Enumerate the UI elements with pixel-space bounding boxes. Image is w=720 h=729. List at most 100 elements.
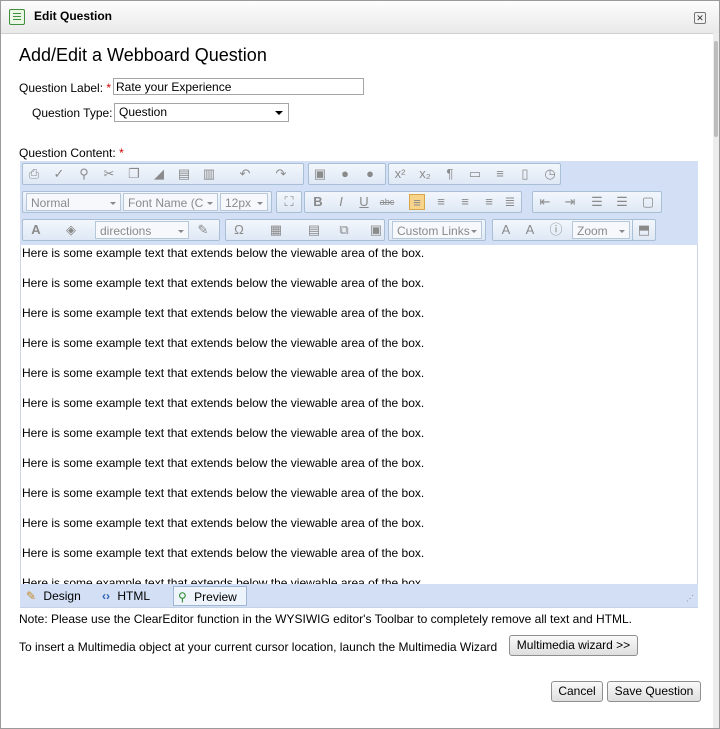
directions-dropdown[interactable]: directions [95,221,189,239]
dialog-titlebar: Edit Question ✕ [1,1,719,34]
font-size-dropdown[interactable]: 12px [220,193,268,211]
numbered-list-icon[interactable]: ☰ [589,194,605,210]
table-icon[interactable]: ▦ [268,222,284,238]
undo-icon[interactable]: ↶ [237,166,253,182]
image-icon[interactable]: ▣ [312,166,328,182]
content-line: Here is some example text that extends b… [22,306,425,320]
paragraph-icon[interactable]: ¶ [442,166,458,182]
image-map-icon[interactable]: ▣ [368,222,384,238]
form-element-icon[interactable]: ▯ [517,166,533,182]
content-line: Here is some example text that extends b… [22,576,425,584]
superscript-icon[interactable]: x² [392,166,408,182]
content-line: Here is some example text that extends b… [22,546,425,560]
font-color-icon[interactable]: A [28,222,44,238]
find-icon[interactable]: ⚲ [76,166,92,182]
cut-icon[interactable]: ✂ [101,166,117,182]
question-type-label: Question Type: [32,106,113,120]
underline-icon[interactable]: U [356,194,372,210]
redo-icon[interactable]: ↷ [273,166,289,182]
align-left-icon[interactable]: ≡ [409,194,425,210]
toolbar-group-symbols: Ω ▦ ▤ ⧉ ▣ [225,219,385,241]
italic-icon[interactable]: I [333,194,349,210]
font-name-dropdown[interactable]: Font Name (C [123,193,218,211]
content-line: Here is some example text that extends b… [22,336,425,350]
paste-icon[interactable]: ▤ [176,166,192,182]
toolbar-group-text-style: B I U abc ≡ ≡ ≡ ≡ ≣ [304,191,522,213]
toolbar-group-lists: ⇤ ⇥ ☰ ☰ ▢ [532,191,662,213]
dialog-scrollbar[interactable] [713,33,719,728]
content-line: Here is some example text that extends b… [22,276,425,290]
symbol-icon[interactable]: Ω [231,222,247,238]
highlight-icon[interactable]: ◈ [63,222,79,238]
tab-preview[interactable]: ⚲ Preview [173,586,247,606]
toolbar-group-insert: ▣ ● ● [308,163,386,185]
toolbar-group-select-all: ⛶ [276,191,302,213]
bulleted-list-icon[interactable]: ☰ [614,194,630,210]
multimedia-instructions: To insert a Multimedia object at your cu… [19,640,498,654]
cancel-button[interactable]: Cancel [551,681,603,702]
subscript-icon[interactable]: x₂ [417,166,433,182]
question-label-input[interactable]: Rate your Experience [113,78,364,95]
link-icon[interactable]: ● [337,166,353,182]
resize-grip-icon[interactable]: ⋰ [686,595,694,603]
format-dropdown[interactable]: Normal [26,193,121,211]
unlink-icon[interactable]: ● [362,166,378,182]
help-icon[interactable]: ⓘ [548,222,564,238]
align-center-icon[interactable]: ≡ [433,194,449,210]
form-icon[interactable]: ▤ [306,222,322,238]
multimedia-wizard-button[interactable]: Multimedia wizard >> [509,635,638,656]
content-line: Here is some example text that extends b… [22,396,425,410]
required-marker: * [106,81,112,95]
copy-icon[interactable]: ❐ [126,166,142,182]
bold-icon[interactable]: B [310,194,326,210]
indent-icon[interactable]: ⇥ [562,194,578,210]
clock-icon[interactable]: ◷ [542,166,558,182]
save-question-button[interactable]: Save Question [607,681,701,702]
align-right-icon[interactable]: ≡ [457,194,473,210]
tab-design[interactable]: ✎ Design [26,586,81,606]
strikethrough-icon[interactable]: abc [379,194,395,210]
print-icon[interactable]: ⎙ [26,166,42,182]
outdent-icon[interactable]: ⇤ [537,194,553,210]
content-line: Here is some example text that extends b… [22,516,425,530]
pencil-icon: ✎ [26,589,37,603]
toolbar-group-fonts: Normal Font Name (C 12px [22,191,272,213]
editor-mode-tabs: ✎ Design ‹› HTML ⚲ Preview ⋰ [20,584,698,608]
toolbar-group-module: ⬒ [632,219,656,241]
toolbar-group-zoom: A A ⓘ Zoom [492,219,634,241]
dialog-title: Edit Question [34,9,112,23]
paste-options-icon[interactable]: ▥ [201,166,217,182]
editor-content-area[interactable]: Here is some example text that extends b… [20,245,698,584]
editor-note: Note: Please use the ClearEditor functio… [19,612,633,626]
content-line: Here is some example text that extends b… [22,366,425,380]
insert-box-icon[interactable]: ▢ [640,194,656,210]
question-type-value: Question [119,105,168,119]
question-type-select[interactable]: Question [114,103,289,122]
horizontal-rule-icon[interactable]: ≡ [492,166,508,182]
preview-magnifier-icon: ⚲ [178,590,187,604]
clear-icon[interactable]: ◢ [151,166,167,182]
tab-html[interactable]: ‹› HTML [102,586,150,606]
justify-icon[interactable]: ≡ [481,194,497,210]
clean-format-icon[interactable]: A [498,222,514,238]
toolbar-group-custom-links: Custom Links [388,219,486,241]
spell-format-icon[interactable]: A [522,222,538,238]
custom-links-dropdown[interactable]: Custom Links [392,221,482,239]
justify-none-icon[interactable]: ≣ [502,194,518,210]
content-line: Here is some example text that extends b… [22,246,425,260]
media-icon[interactable]: ⧉ [336,222,352,238]
dialog-scrollbar-thumb[interactable] [714,41,718,137]
toolbar-group-edit: ⎙ ✓ ⚲ ✂ ❐ ◢ ▤ ▥ ↶ ↷ [22,163,304,185]
template-icon[interactable]: ▭ [467,166,483,182]
toolbar-group-format: x² x₂ ¶ ▭ ≡ ▯ ◷ [388,163,561,185]
toolbar-group-colors: A ◈ directions ✎ [22,219,220,241]
module-icon[interactable]: ⬒ [636,222,652,238]
close-icon[interactable]: ✕ [694,12,706,24]
required-marker: * [119,146,124,160]
spellcheck-icon[interactable]: ✓ [51,166,67,182]
zoom-dropdown[interactable]: Zoom [572,221,630,239]
form-icon [9,9,25,25]
page-title: Add/Edit a Webboard Question [19,45,267,65]
format-painter-icon[interactable]: ✎ [195,222,211,238]
select-all-icon[interactable]: ⛶ [281,194,297,210]
